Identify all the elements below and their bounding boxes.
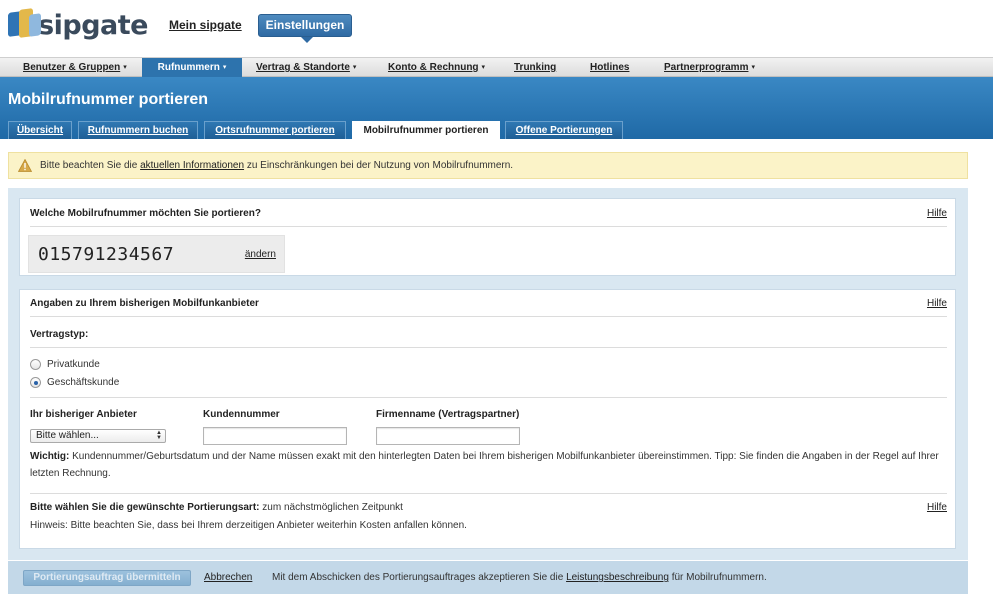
porting-type-row: Bitte wählen Sie die gewünschte Portieru…: [30, 499, 945, 516]
nav-item-konto-rechnung[interactable]: Konto & Rechnung ▾: [388, 58, 485, 77]
number-card: Welche Mobilrufnummer möchten Sie portie…: [19, 198, 956, 276]
help-link-number[interactable]: Hilfe: [927, 208, 947, 219]
company-name-input[interactable]: [376, 427, 520, 445]
mobile-number: 015791234567: [38, 244, 175, 265]
nav-item-label: Vertrag & Standorte: [256, 62, 350, 73]
provider-card: Angaben zu Ihrem bisherigen Mobilfunkanb…: [19, 289, 956, 549]
sipgate-logo-icon: [8, 8, 41, 42]
radio-label: Privatkunde: [47, 359, 100, 370]
porting-type-value[interactable]: zum nächstmöglichen Zeitpunkt: [262, 502, 403, 513]
provider-select[interactable]: Bitte wählen... ▲ ▼: [30, 429, 166, 443]
radio-button[interactable]: [30, 359, 41, 370]
radio-button-checked[interactable]: [30, 377, 41, 388]
alert-message: Bitte beachten Sie die aktuellen Informa…: [40, 160, 513, 171]
page-title: Mobilrufnummer portieren: [8, 91, 209, 108]
tab-ortsrufnummer-portieren[interactable]: Ortsrufnummer portieren: [204, 121, 346, 139]
help-link-porting[interactable]: Hilfe: [927, 502, 947, 513]
nav-item-rufnummern[interactable]: Rufnummern ▾: [142, 58, 242, 77]
divider: [30, 347, 947, 348]
porting-type-label: Bitte wählen Sie die gewünschte Portieru…: [30, 502, 260, 513]
radio-label: Geschäftskunde: [47, 377, 120, 388]
terms-text-before: Mit dem Abschicken des Portierungsauftra…: [272, 572, 564, 583]
terms-text-after: für Mobilrufnummern.: [671, 572, 767, 583]
number-card-title: Welche Mobilrufnummer möchten Sie portie…: [30, 208, 261, 219]
alert-text-after: zu Einschränkungen bei der Nutzung von M…: [246, 160, 514, 171]
chevron-down-icon: ▾: [481, 64, 486, 71]
radio-privatkunde[interactable]: Privatkunde: [30, 359, 100, 370]
nav-item-partnerprogramm[interactable]: Partnerprogramm ▾: [664, 58, 755, 77]
customer-number-label: Kundennummer: [203, 409, 280, 420]
customer-number-input[interactable]: [203, 427, 347, 445]
chevron-down-icon: ▾: [123, 64, 127, 71]
alert-text-before: Bitte beachten Sie die: [40, 160, 138, 171]
header: sipgate Mein sipgate Einstellungen: [0, 0, 993, 56]
provider-label: Ihr bisheriger Anbieter: [30, 409, 137, 420]
tab-uebersicht[interactable]: Übersicht: [8, 121, 72, 139]
change-number-link[interactable]: ändern: [245, 249, 276, 260]
tab-offene-portierungen[interactable]: Offene Portierungen: [505, 121, 623, 139]
einstellungen-button[interactable]: Einstellungen: [258, 14, 352, 43]
divider: [30, 316, 947, 317]
page-header-band: Mobilrufnummer portieren Übersicht Rufnu…: [0, 77, 993, 140]
cancel-link[interactable]: Abbrechen: [204, 572, 252, 583]
divider: [30, 493, 947, 494]
important-note: Wichtig: Kundennummer/Geburtsdatum und d…: [30, 448, 945, 482]
chevron-down-icon: ▾: [222, 64, 227, 71]
submit-porting-button[interactable]: Portierungsauftrag übermitteln: [23, 570, 191, 586]
brand-name: sipgate: [38, 9, 148, 41]
porting-note: Hinweis: Bitte beachten Sie, dass bei Ih…: [30, 520, 467, 531]
form-container: Welche Mobilrufnummer möchten Sie portie…: [8, 188, 968, 560]
number-display: 015791234567 ändern: [28, 235, 285, 273]
radio-geschaeftskunde[interactable]: Geschäftskunde: [30, 377, 119, 388]
nav-item-label: Konto & Rechnung: [388, 62, 479, 73]
divider: [30, 226, 947, 227]
contract-type-label: Vertragstyp:: [30, 329, 89, 340]
nav-item-benutzer-gruppen[interactable]: Benutzer & Gruppen ▾: [23, 58, 127, 77]
nav-item-trunking[interactable]: Trunking: [514, 58, 556, 77]
nav-item-label: Trunking: [514, 62, 557, 73]
nav-item-hotlines[interactable]: Hotlines: [590, 58, 629, 77]
tab-mobilrufnummer-portieren[interactable]: Mobilrufnummer portieren: [352, 121, 500, 140]
help-link-provider[interactable]: Hilfe: [927, 298, 947, 309]
aktuelle-informationen-link[interactable]: aktuellen Informationen: [140, 160, 244, 171]
info-alert: Bitte beachten Sie die aktuellen Informa…: [8, 152, 968, 179]
chevron-down-icon: ▾: [352, 64, 357, 71]
tab-rufnummern-buchen[interactable]: Rufnummern buchen: [78, 121, 198, 139]
divider: [30, 397, 947, 398]
provider-select-value: Bitte wählen...: [36, 430, 99, 441]
nav-item-label: Benutzer & Gruppen: [23, 62, 121, 73]
nav-item-label: Partnerprogramm: [664, 62, 749, 73]
mein-sipgate-link[interactable]: Mein sipgate: [169, 18, 242, 32]
nav-item-label: Rufnummern: [157, 62, 220, 73]
important-label: Wichtig:: [30, 451, 70, 462]
company-name-label: Firmenname (Vertragspartner): [376, 409, 520, 420]
provider-card-title: Angaben zu Ihrem bisherigen Mobilfunkanb…: [30, 298, 259, 309]
chevron-down-icon: ▾: [751, 64, 755, 71]
nav-item-vertrag-standorte[interactable]: Vertrag & Standorte ▾: [256, 58, 356, 77]
terms-note: Mit dem Abschicken des Portierungsauftra…: [272, 572, 767, 583]
important-text: Kundennummer/Geburtsdatum und der Name m…: [30, 451, 939, 479]
nav-item-label: Hotlines: [590, 62, 630, 73]
leistungsbeschreibung-link[interactable]: Leistungsbeschreibung: [566, 572, 669, 583]
warning-icon: [18, 159, 32, 172]
main-navigation: Benutzer & Gruppen ▾ Rufnummern ▾ Vertrag …: [0, 57, 993, 77]
sipgate-logo[interactable]: sipgate: [8, 7, 148, 43]
action-bar: Portierungsauftrag übermitteln Abbrechen…: [8, 561, 968, 594]
select-arrows-icon: ▲ ▼: [156, 430, 162, 441]
